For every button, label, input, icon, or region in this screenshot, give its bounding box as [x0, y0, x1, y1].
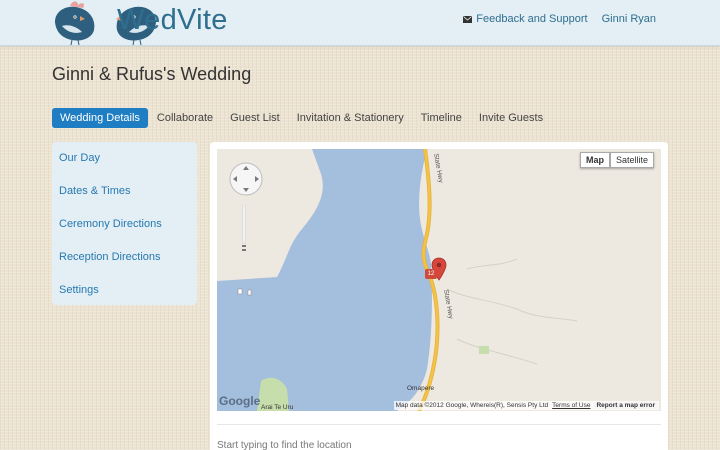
sidebar-item-settings[interactable]: Settings [52, 274, 197, 307]
divider [217, 424, 661, 425]
map-type-map-button[interactable]: Map [579, 152, 610, 168]
zoom-slider[interactable] [241, 205, 247, 255]
sidebar-item-our-day[interactable]: Our Day [52, 142, 197, 175]
tab-timeline[interactable]: Timeline [413, 108, 470, 128]
road-number-badge: 12 [425, 269, 437, 279]
terms-of-use-link[interactable]: Terms of Use [552, 402, 590, 409]
sidebar-item-reception-directions[interactable]: Reception Directions [52, 241, 197, 274]
location-map[interactable]: Map Satellite 12 State Hwy State Hwy Oma… [217, 149, 661, 411]
sidebar-item-ceremony-directions[interactable]: Ceremony Directions [52, 208, 197, 241]
sidebar-item-dates-times[interactable]: Dates & Times [52, 175, 197, 208]
map-attribution: Map data ©2012 Google, Whereis(R), Sensi… [393, 401, 659, 410]
app-name[interactable]: WedVite [117, 4, 228, 37]
report-map-error-button[interactable]: Report a map error [594, 402, 657, 409]
map-type-control: Map Satellite [579, 152, 654, 168]
header-links: Feedback and Support Ginni Ryan [463, 13, 656, 25]
tab-invitation-stationery[interactable]: Invitation & Stationery [289, 108, 412, 128]
user-menu[interactable]: Ginni Ryan [602, 13, 656, 25]
map-label-park: Arai Te Uru [261, 404, 294, 411]
top-header: WedVite Feedback and Support Ginni Ryan [0, 0, 720, 46]
page-title: Ginni & Rufus's Wedding [52, 64, 252, 84]
google-logo[interactable]: Google [219, 394, 260, 408]
map-attribution-text: Map data ©2012 Google, Whereis(R), Sensi… [395, 402, 549, 409]
sidebar: Our Day Dates & Times Ceremony Direction… [52, 142, 197, 305]
map-type-satellite-button[interactable]: Satellite [609, 152, 654, 168]
envelope-icon [463, 15, 473, 23]
main-tabs: Wedding Details Collaborate Guest List I… [52, 108, 552, 128]
tab-invite-guests[interactable]: Invite Guests [471, 108, 551, 128]
tab-wedding-details[interactable]: Wedding Details [52, 108, 148, 128]
pan-control-icon[interactable] [228, 161, 264, 197]
tab-collaborate[interactable]: Collaborate [149, 108, 221, 128]
location-search-hint[interactable]: Start typing to find the location [217, 440, 352, 450]
map-label-town: Omapere [407, 385, 435, 392]
content-panel: Map Satellite 12 State Hwy State Hwy Oma… [210, 142, 668, 450]
feedback-link[interactable]: Feedback and Support [476, 13, 587, 25]
tab-guest-list[interactable]: Guest List [222, 108, 288, 128]
